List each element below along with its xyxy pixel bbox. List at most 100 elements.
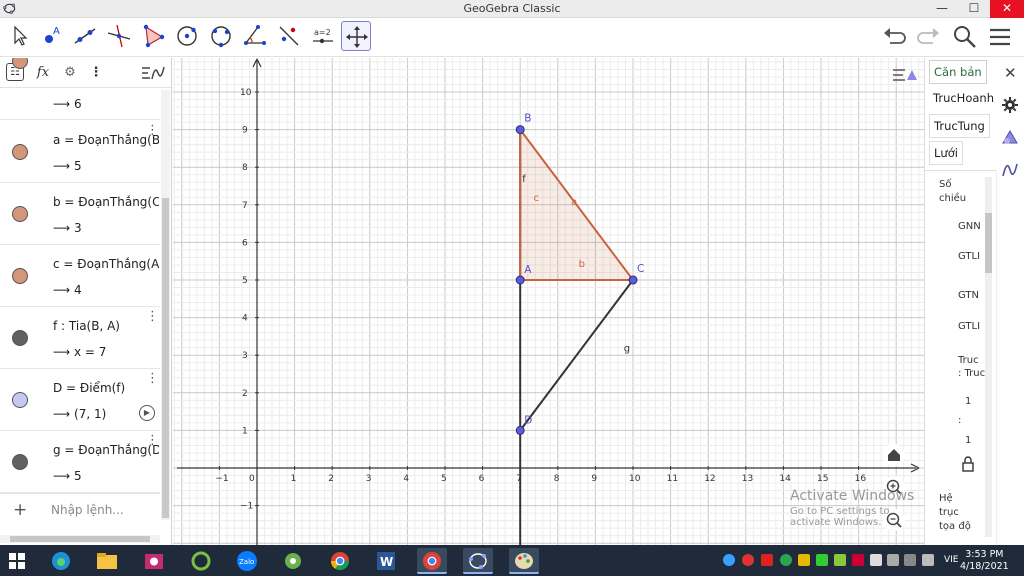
circle-center-point-icon — [177, 26, 197, 46]
close-window-button[interactable]: ✕ — [990, 0, 1024, 18]
tray-icon-1[interactable] — [723, 554, 735, 566]
main-menu-button[interactable] — [986, 23, 1014, 51]
taskbar-chrome[interactable] — [325, 548, 355, 574]
coordinate-plane[interactable]: −1 0 1 2 3 4 5 6 7 8 9 10 11 12 13 14 15 1610987654321−1a… — [173, 58, 924, 545]
tab-basic[interactable]: Căn bản — [929, 60, 987, 84]
tab-y-axis[interactable]: TrucTung — [929, 114, 990, 138]
language-indicator[interactable]: VIE — [944, 555, 959, 565]
tab-x-axis[interactable]: TrucHoanh — [929, 87, 998, 111]
taskbar-app-green[interactable] — [186, 548, 216, 574]
graph-curve-icon[interactable] — [1001, 161, 1019, 179]
slider-tool-button[interactable]: a=2 — [308, 21, 338, 51]
item-definition[interactable]: c = ĐoạnThẳng(A — [53, 257, 159, 271]
shapes-style-icon[interactable] — [1001, 128, 1019, 146]
visibility-toggle[interactable] — [12, 144, 28, 160]
reflect-tool-button[interactable] — [274, 21, 304, 51]
y-tick-label: 10 — [240, 88, 252, 98]
paint-app-icon — [285, 553, 301, 569]
item-menu-icon[interactable]: ⋮ — [146, 371, 159, 386]
item-menu-icon[interactable]: ⋮ — [146, 433, 159, 448]
algebra-item[interactable]: ⟶ 6 — [0, 58, 160, 120]
visibility-toggle[interactable] — [12, 268, 28, 284]
taskbar-file-explorer[interactable] — [92, 548, 122, 574]
lock-icon[interactable] — [961, 456, 975, 472]
angle-tool-button[interactable] — [240, 21, 270, 51]
item-menu-icon[interactable]: ⋮ — [146, 123, 159, 138]
volume-icon[interactable] — [922, 554, 934, 566]
tray-icon-7[interactable] — [834, 554, 846, 566]
line-tool-button[interactable] — [70, 21, 100, 51]
visibility-toggle[interactable] — [12, 330, 28, 346]
algebra-horizontal-scroll-thumb[interactable] — [10, 536, 150, 542]
item-value: ⟶ (7, 1) — [53, 407, 107, 421]
algebra-item[interactable]: f : Tia(B, A) ⟶ x = 7 ⋮ — [0, 307, 160, 369]
tray-icon-3[interactable] — [761, 554, 773, 566]
maximize-button[interactable]: ☐ — [958, 0, 990, 18]
tray-icon-2[interactable] — [742, 554, 754, 566]
visibility-toggle[interactable] — [12, 58, 28, 69]
tray-icon-8[interactable] — [852, 554, 864, 566]
circle-tool-button[interactable] — [172, 21, 202, 51]
taskbar-chrome-2[interactable] — [417, 548, 447, 574]
taskbar-zalo[interactable]: Zalo — [232, 548, 262, 574]
tray-icon-4[interactable] — [780, 554, 792, 566]
circle-three-points-tool-button[interactable] — [206, 21, 236, 51]
minimize-button[interactable]: — — [926, 0, 958, 18]
windows-start-icon[interactable] — [9, 553, 25, 569]
algebra-scrollbar-thumb[interactable] — [162, 198, 169, 518]
taskbar-paint[interactable] — [509, 548, 539, 574]
x-tick-label: 4 — [403, 474, 409, 484]
algebra-item[interactable]: g = ĐoạnThẳng(D ⟶ 5 ⋮ — [0, 431, 160, 493]
move-tool-button[interactable] — [4, 21, 34, 51]
point-tool-button[interactable]: A — [37, 21, 67, 51]
redo-button[interactable] — [915, 23, 943, 51]
item-definition[interactable]: b = ĐoạnThẳng(C — [53, 195, 159, 209]
item-definition[interactable]: g = ĐoạnThẳng(D — [53, 443, 159, 457]
play-animation-icon[interactable]: ▶ — [139, 405, 155, 421]
network-icon[interactable] — [904, 554, 916, 566]
move-view-tool-button[interactable] — [341, 21, 371, 51]
visibility-toggle[interactable] — [12, 206, 28, 222]
properties-panel: Căn bản TrucHoanh TrucTung Lưới ✕ Số chi… — [924, 58, 1024, 545]
tray-icon-9[interactable] — [870, 554, 882, 566]
gear-icon[interactable] — [1001, 96, 1019, 114]
command-input[interactable]: Nhập lệnh... — [51, 503, 124, 517]
item-value: ⟶ 5 — [53, 469, 82, 483]
perpendicular-tool-button[interactable] — [104, 21, 134, 51]
tab-grid[interactable]: Lưới — [929, 141, 963, 165]
polygon-tool-button[interactable] — [138, 21, 168, 51]
graphics-view[interactable]: −1 0 1 2 3 4 5 6 7 8 9 10 11 12 13 14 15 16 10 9 8 7 6 5 4 3 2 1 −1 a… — [173, 58, 924, 545]
style-bar-toggle-button[interactable] — [891, 64, 917, 86]
item-menu-icon[interactable]: ⋮ — [146, 309, 159, 324]
taskbar-app-paint[interactable] — [278, 548, 308, 574]
segment-label-g: g — [624, 343, 630, 354]
algebra-input-row[interactable]: + Nhập lệnh... — [0, 493, 160, 525]
taskbar-word[interactable]: W — [371, 548, 401, 574]
algebra-item[interactable]: c = ĐoạnThẳng(A ⟶ 4 — [0, 245, 160, 307]
taskbar-edge[interactable] — [46, 548, 76, 574]
visibility-toggle[interactable] — [12, 454, 28, 470]
item-definition[interactable]: a = ĐoạnThẳng(B — [53, 133, 159, 147]
item-definition[interactable]: f : Tia(B, A) — [53, 319, 159, 333]
properties-scrollbar-thumb[interactable] — [985, 213, 992, 273]
taskbar-geogebra[interactable] — [463, 548, 493, 574]
clock[interactable]: 3:53 PM 4/18/2021 — [960, 549, 1009, 573]
plus-icon[interactable]: + — [13, 500, 27, 520]
item-definition[interactable]: D = Điểm(f) — [53, 381, 159, 395]
tray-icon-10[interactable] — [887, 554, 899, 566]
tray-icon-5[interactable] — [798, 554, 810, 566]
redo-icon — [917, 28, 939, 44]
clock-time: 3:53 PM — [965, 549, 1004, 560]
folder-icon — [97, 553, 117, 569]
visibility-toggle[interactable] — [12, 392, 28, 408]
search-button[interactable] — [951, 23, 979, 51]
tray-shield-icon[interactable] — [816, 554, 828, 566]
algebra-item[interactable]: b = ĐoạnThẳng(C ⟶ 3 — [0, 183, 160, 245]
algebra-item[interactable]: D = Điểm(f) ⟶ (7, 1) ⋮ ▶ — [0, 369, 160, 431]
algebra-item[interactable]: a = ĐoạnThẳng(B ⟶ 5 ⋮ — [0, 121, 160, 183]
point-B — [515, 125, 525, 135]
home-button[interactable] — [883, 444, 905, 466]
undo-button[interactable] — [880, 23, 908, 51]
close-properties-button[interactable]: ✕ — [1004, 64, 1017, 82]
taskbar-camera[interactable] — [139, 548, 169, 574]
